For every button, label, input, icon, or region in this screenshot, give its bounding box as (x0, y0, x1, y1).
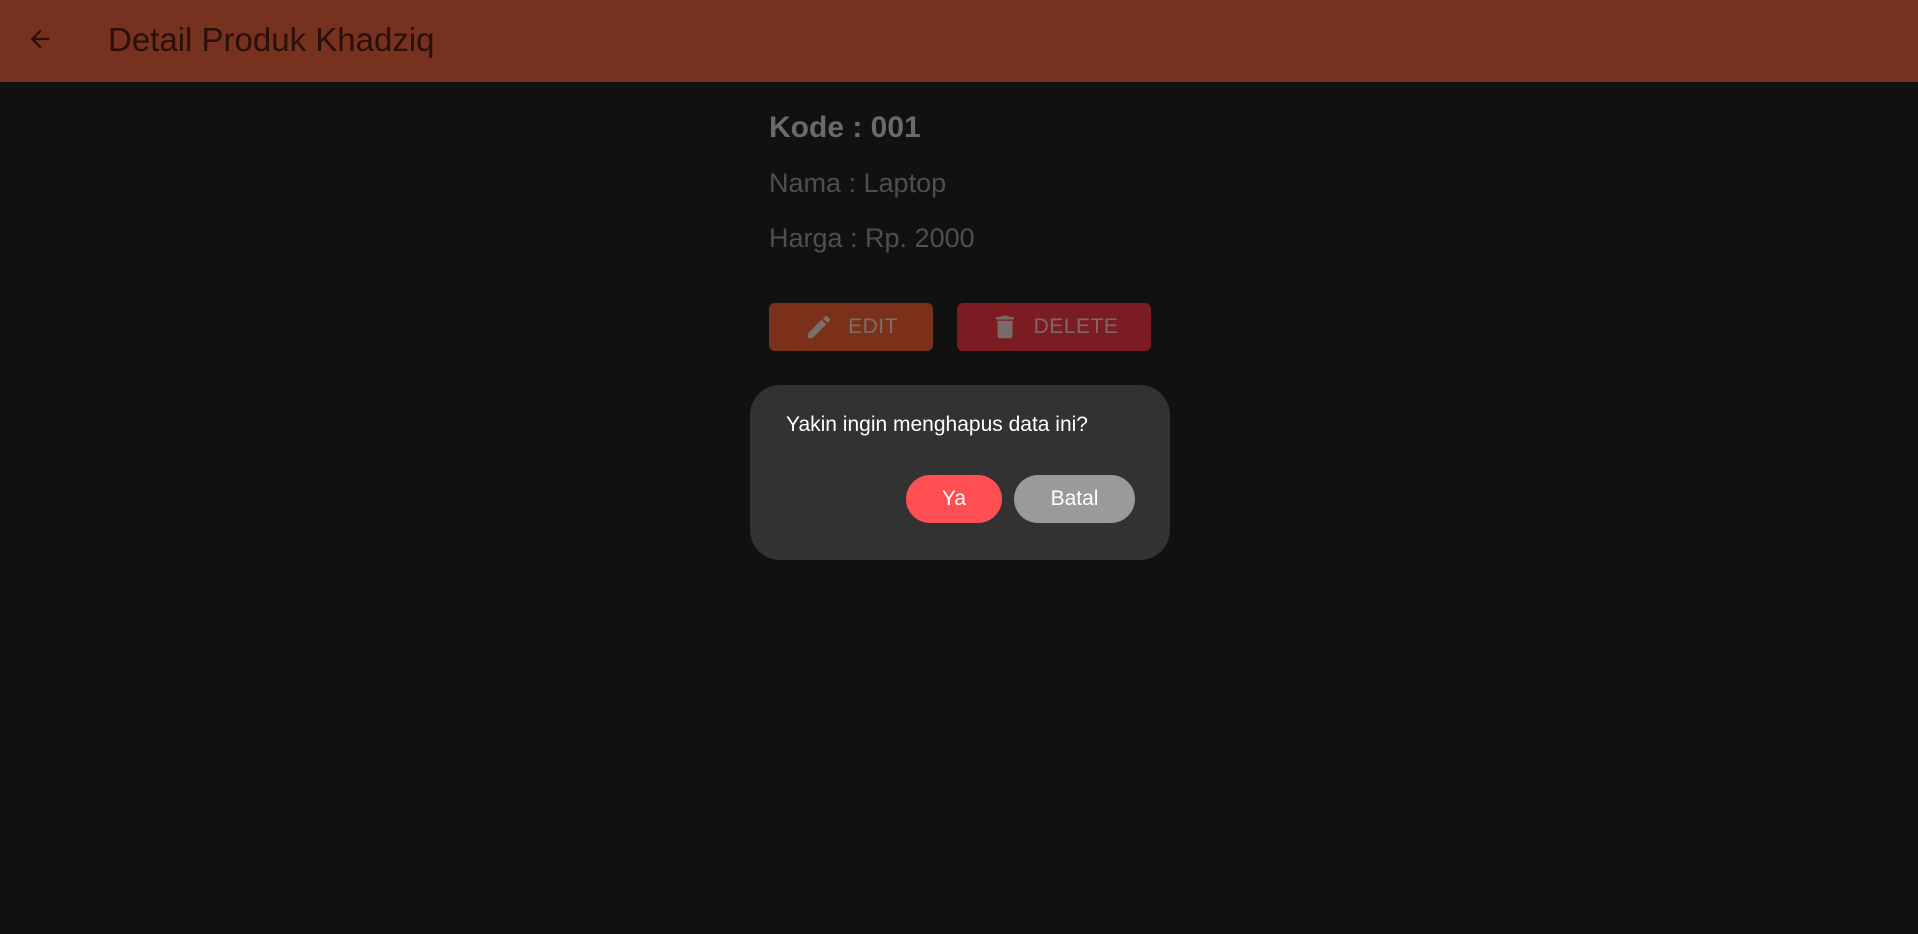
back-button[interactable] (16, 17, 64, 65)
pencil-icon (804, 312, 834, 342)
delete-button[interactable]: DELETE (957, 303, 1151, 351)
edit-button[interactable]: EDIT (769, 303, 933, 351)
product-price: Harga : Rp. 2000 (769, 223, 975, 253)
app-bar: Detail Produk Khadziq (0, 0, 1918, 82)
product-code: Kode : 001 (769, 111, 921, 144)
edit-label: EDIT (848, 315, 898, 338)
arrow-back-icon (26, 25, 54, 58)
confirm-button[interactable]: Ya (906, 475, 1002, 523)
dialog-message: Yakin ingin menghapus data ini? (786, 413, 1088, 436)
product-name: Nama : Laptop (769, 168, 947, 198)
trash-icon (990, 312, 1020, 342)
confirm-delete-dialog: Yakin ingin menghapus data ini? Ya Batal (750, 385, 1170, 560)
cancel-button[interactable]: Batal (1014, 475, 1135, 523)
delete-label: DELETE (1033, 315, 1119, 338)
page: Detail Produk Khadziq Kode : 001 Nama : … (0, 0, 1918, 934)
page-title: Detail Produk Khadziq (108, 21, 435, 58)
